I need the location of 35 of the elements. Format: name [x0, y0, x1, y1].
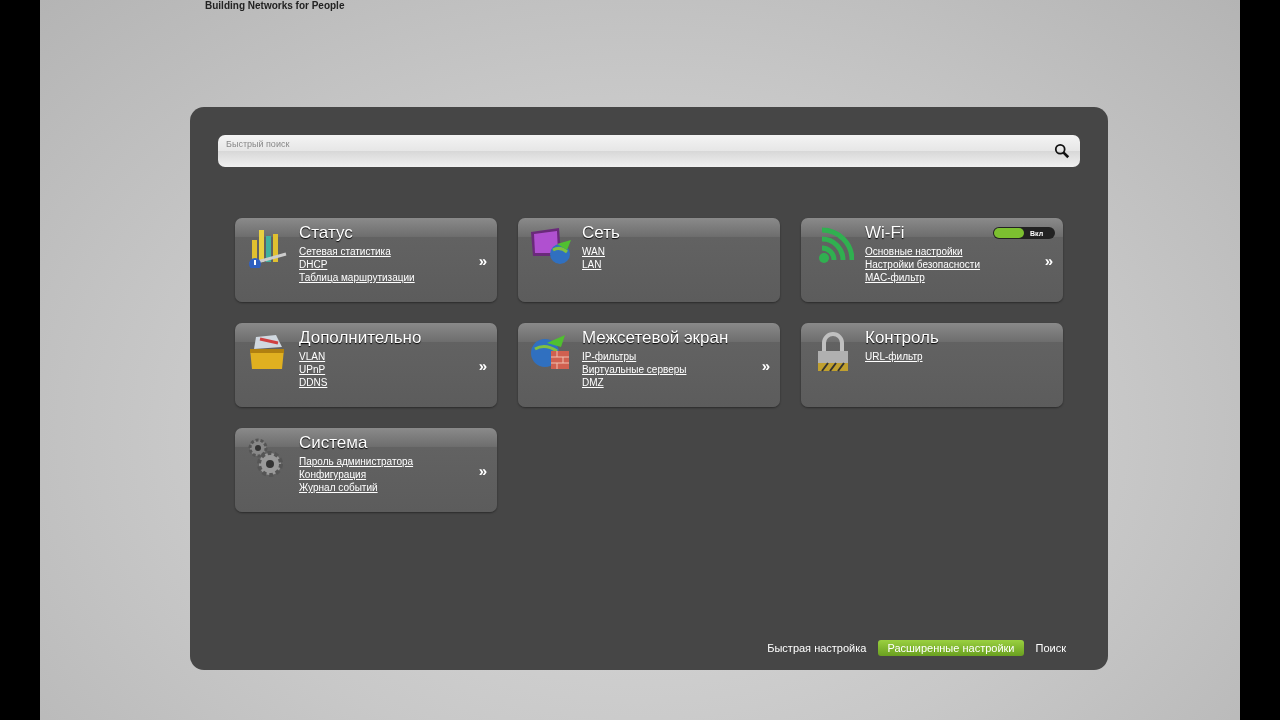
menu-link[interactable]: Пароль администратора: [299, 455, 414, 468]
card-title: Wi-Fi: [865, 223, 905, 243]
more-arrow[interactable]: »: [478, 252, 487, 269]
menu-link[interactable]: VLAN: [299, 350, 326, 363]
menu-link[interactable]: UPnP: [299, 363, 326, 376]
search-field[interactable]: Быстрый поиск: [218, 135, 1080, 167]
menu-link[interactable]: DMZ: [582, 376, 604, 389]
more-arrow[interactable]: »: [761, 357, 770, 374]
menu-link[interactable]: Сетевая статистика: [299, 245, 391, 258]
menu-link[interactable]: URL-фильтр: [865, 350, 923, 363]
more-arrow[interactable]: »: [1044, 252, 1053, 269]
tagline: Building Networks for People: [205, 0, 345, 12]
card-title: Статус: [299, 223, 353, 243]
more-arrow[interactable]: »: [478, 462, 487, 479]
menu-link[interactable]: Виртуальные серверы: [582, 363, 687, 376]
menu-link[interactable]: Таблица маршрутизации: [299, 271, 415, 284]
menu-link[interactable]: IP-фильтры: [582, 350, 637, 363]
menu-link[interactable]: MAC-фильтр: [865, 271, 925, 284]
mode-tab[interactable]: Быстрая настройка: [761, 640, 873, 656]
card-title: Дополнительно: [299, 328, 422, 348]
card-title: Межсетевой экран: [582, 328, 729, 348]
mode-tab[interactable]: Поиск: [1029, 640, 1072, 656]
menu-link[interactable]: Журнал событий: [299, 481, 378, 494]
menu-link[interactable]: WAN: [582, 245, 605, 258]
search-icon[interactable]: [1054, 143, 1070, 159]
more-arrow[interactable]: »: [478, 357, 487, 374]
card-title: Сеть: [582, 223, 620, 243]
card-title: Система: [299, 433, 368, 453]
menu-link[interactable]: Настройки безопасности: [865, 258, 981, 271]
card-title: Контроль: [865, 328, 939, 348]
menu-link[interactable]: DHCP: [299, 258, 328, 271]
menu-link[interactable]: Конфигурация: [299, 468, 367, 481]
menu-link[interactable]: DDNS: [299, 376, 328, 389]
menu-link[interactable]: LAN: [582, 258, 602, 271]
menu-link[interactable]: Основные настройки: [865, 245, 963, 258]
